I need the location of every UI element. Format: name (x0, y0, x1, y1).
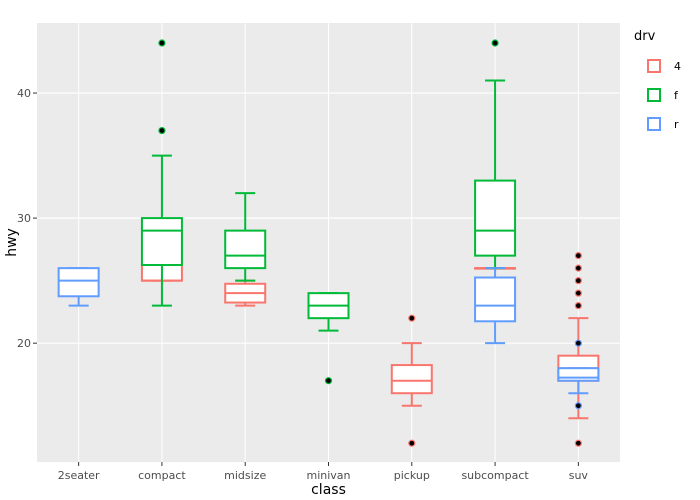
outlier-point (158, 126, 166, 135)
y-axis-title: hwy (4, 228, 20, 257)
box-iqr (390, 364, 433, 395)
outlier-point (574, 277, 582, 285)
outlier-point (574, 402, 582, 410)
box-iqr (474, 276, 517, 323)
outlier-point (574, 339, 582, 347)
outlier-point (574, 264, 582, 272)
y-tick-label: 40 (17, 87, 31, 100)
box-midsize-4[interactable] (224, 279, 267, 307)
legend-title: drv (634, 29, 656, 44)
x-tick-label: pickup (394, 469, 430, 482)
x-tick-label: compact (138, 469, 186, 482)
outlier-point (574, 252, 582, 260)
legend-label: 4 (674, 60, 681, 73)
outlier-point (574, 302, 582, 310)
legend-label: r (674, 118, 679, 131)
box-iqr (474, 179, 517, 257)
x-tick-label: 2seater (58, 469, 100, 482)
box-iqr (557, 367, 600, 382)
x-tick-label: subcompact (461, 469, 529, 482)
box-iqr (57, 267, 100, 298)
box-plot-chart: 20 30 40 2seater compact midsize minivan picku… (4, 23, 681, 498)
legend-swatch-icon (647, 117, 661, 131)
outlier-point (408, 314, 416, 322)
outlier-point (408, 439, 416, 447)
legend[interactable]: drv 4 f r (634, 29, 681, 131)
legend-item-r[interactable]: r (647, 117, 679, 131)
legend-label: f (674, 89, 679, 102)
x-axis: 2seater compact midsize minivan pickup subcom… (58, 462, 589, 482)
outlier-point (158, 39, 166, 47)
box-iqr (224, 229, 267, 270)
y-tick-label: 30 (17, 212, 31, 225)
outlier-point (491, 39, 499, 47)
outlier-point (574, 439, 582, 447)
x-axis-title: class (311, 482, 346, 498)
outlier-point (324, 377, 333, 385)
legend-swatch-icon (647, 88, 661, 102)
outlier-point (574, 289, 582, 297)
box-iqr (140, 217, 183, 267)
legend-item-4[interactable]: 4 (647, 59, 681, 73)
y-axis: 20 30 40 (17, 87, 37, 350)
y-tick-label: 20 (17, 337, 31, 350)
legend-swatch-icon (647, 59, 661, 73)
legend-item-f[interactable]: f (647, 88, 679, 102)
x-tick-label: minivan (306, 469, 350, 482)
x-tick-label: midsize (224, 469, 266, 482)
x-tick-label: suv (569, 469, 589, 482)
